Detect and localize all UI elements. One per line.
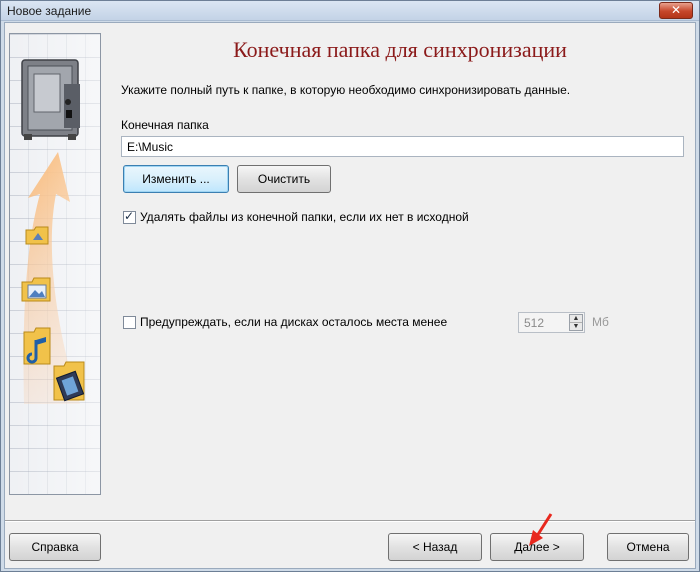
window-title: Новое задание <box>7 4 92 18</box>
safe-icon <box>21 59 80 140</box>
delete-files-checkbox[interactable]: ✓ <box>123 209 136 224</box>
warn-space-label[interactable]: Предупреждать, если на дисках осталось м… <box>140 315 447 329</box>
spin-arrows[interactable]: ▲ ▼ <box>569 314 583 331</box>
destination-folder-label: Конечная папка <box>121 118 209 132</box>
checkmark-icon: ✓ <box>124 209 135 223</box>
clear-button[interactable]: Очистить <box>237 165 331 193</box>
back-button[interactable]: < Назад <box>388 533 482 561</box>
folder-video-icon <box>53 361 85 402</box>
cancel-button[interactable]: Отмена <box>607 533 689 561</box>
footer-separator <box>5 520 695 522</box>
page-title: Конечная папка для синхронизации <box>233 37 567 62</box>
folder-up-icon <box>25 226 49 245</box>
change-button[interactable]: Изменить ... <box>123 165 229 193</box>
help-button[interactable]: Справка <box>9 533 101 561</box>
space-unit-label: Мб <box>592 315 609 329</box>
space-value: 512 <box>524 316 545 330</box>
close-icon[interactable]: ✕ <box>659 2 693 19</box>
instruction-text: Укажите полный путь к папке, в которую н… <box>121 83 571 97</box>
folder-image-icon <box>21 277 51 302</box>
warn-space-checkbox[interactable] <box>123 316 136 329</box>
delete-files-label[interactable]: Удалять файлы из конечной папки, если их… <box>140 210 469 224</box>
spin-up-icon[interactable]: ▲ <box>570 315 582 323</box>
red-pointer-arrow-icon <box>529 513 553 546</box>
spin-down-icon[interactable]: ▼ <box>570 323 582 331</box>
wizard-window: Новое задание ✕ Конечная папка для синхр… <box>0 0 700 572</box>
destination-folder-input[interactable] <box>121 136 684 157</box>
space-spinbox[interactable]: 512 ▲ ▼ <box>518 312 585 333</box>
wizard-page: Конечная папка для синхронизации Укажите… <box>4 22 696 569</box>
title-bar[interactable]: Новое задание ✕ <box>1 1 699 21</box>
wizard-banner <box>9 33 101 495</box>
